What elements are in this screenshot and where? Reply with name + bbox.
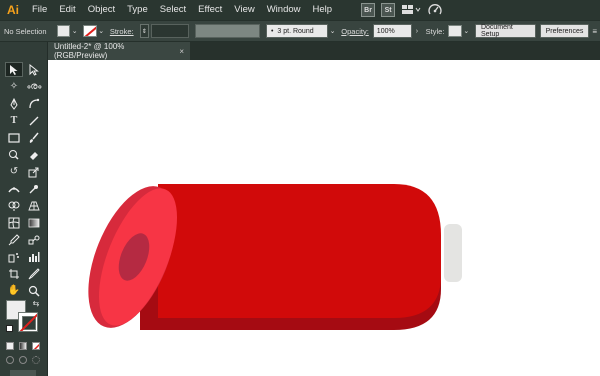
chevron-right-icon[interactable]: › (412, 28, 421, 35)
gpu-performance-icon[interactable] (427, 3, 443, 17)
artboard-tool-icon[interactable] (5, 266, 23, 281)
menu-edit[interactable]: Edit (53, 0, 81, 20)
preferences-button[interactable]: Preferences (539, 24, 590, 38)
bridge-button[interactable]: Br (361, 3, 376, 17)
stroke-swatch[interactable] (83, 25, 97, 37)
tools-grip[interactable] (0, 42, 47, 60)
gradient-mode-icon[interactable] (19, 342, 27, 350)
app-logo: Ai (7, 3, 19, 17)
stroke-weight-stepper[interactable]: ⇕ (139, 24, 150, 38)
type-tool-icon[interactable]: T (5, 113, 23, 128)
default-fill-stroke-icon[interactable] (6, 325, 13, 332)
selection-status: No Selection (4, 26, 47, 36)
chevron-down-icon[interactable]: ⌄ (70, 27, 79, 35)
menu-type[interactable]: Type (121, 0, 154, 20)
screen-mode-icon[interactable] (10, 370, 36, 376)
document-tab[interactable]: Untitled-2* @ 100% (RGB/Preview) × (48, 42, 190, 60)
perspective-grid-tool-icon[interactable] (25, 198, 43, 213)
rectangle-tool-icon[interactable] (5, 130, 23, 145)
none-mode-icon[interactable] (32, 342, 40, 350)
opacity-label[interactable]: Opacity: (337, 27, 373, 36)
brush-definition-field[interactable]: • 3 pt. Round (265, 24, 328, 38)
tools-panel: ✧ ൟ T ↺ ✋ ⇆ (0, 42, 48, 376)
paintbrush-tool-icon[interactable] (25, 130, 43, 145)
fill-swatch[interactable] (56, 25, 70, 37)
menu-object[interactable]: Object (82, 0, 121, 20)
blend-tool-icon[interactable] (25, 232, 43, 247)
shaper-tool-icon[interactable] (5, 147, 23, 162)
opacity-field[interactable]: 100% (372, 24, 413, 38)
pen-tool-icon[interactable] (5, 96, 23, 111)
document-tab-title: Untitled-2* @ 100% (RGB/Preview) (54, 42, 125, 60)
document-setup-button[interactable]: Document Setup (474, 24, 536, 38)
zoom-tool-icon[interactable] (25, 283, 43, 298)
draw-normal-icon[interactable] (6, 356, 14, 364)
stroke-weight-field[interactable] (151, 24, 189, 38)
draw-inside-icon[interactable] (32, 356, 40, 364)
artwork (88, 184, 462, 330)
menu-window[interactable]: Window (261, 0, 307, 20)
curvature-tool-icon[interactable] (25, 96, 43, 111)
hand-tool-icon[interactable]: ✋ (5, 283, 23, 298)
scale-tool-icon[interactable] (25, 164, 43, 179)
chevron-down-icon[interactable]: ⌄ (328, 27, 337, 35)
menu-view[interactable]: View (228, 0, 260, 20)
puppet-warp-tool-icon[interactable] (25, 181, 43, 196)
control-bar: No Selection ⌄ ⌄ Stroke: ⇕ • 3 pt. Round… (0, 20, 600, 42)
variable-width-profile-field[interactable] (194, 24, 260, 38)
stock-button[interactable]: St (381, 3, 396, 17)
symbol-sprayer-tool-icon[interactable] (5, 249, 23, 264)
menu-select[interactable]: Select (154, 0, 192, 20)
chevron-down-icon[interactable]: ⌄ (462, 27, 471, 35)
menu-effect[interactable]: Effect (192, 0, 228, 20)
line-segment-tool-icon[interactable] (25, 113, 43, 128)
mesh-tool-icon[interactable] (5, 215, 23, 230)
color-mode-icon[interactable] (6, 342, 14, 350)
eraser-tool-icon[interactable] (25, 147, 43, 162)
menu-help[interactable]: Help (307, 0, 339, 20)
stroke-label[interactable]: Stroke: (106, 27, 138, 36)
document-tab-bar: Untitled-2* @ 100% (RGB/Preview) × (48, 42, 600, 60)
lasso-tool-icon[interactable]: ൟ (25, 79, 43, 94)
rotate-tool-icon[interactable]: ↺ (5, 164, 23, 179)
stroke-color-box[interactable] (18, 312, 38, 332)
style-label: Style: (425, 26, 445, 36)
draw-behind-icon[interactable] (19, 356, 27, 364)
brush-dot-icon: • (270, 27, 274, 35)
artboard-canvas[interactable] (48, 60, 600, 376)
shape-builder-tool-icon[interactable] (5, 198, 23, 213)
column-graph-tool-icon[interactable] (25, 249, 43, 264)
width-tool-icon[interactable] (5, 181, 23, 196)
cylinder-body[interactable] (158, 184, 441, 318)
eyedropper-tool-icon[interactable] (5, 232, 23, 247)
chevron-down-icon[interactable]: ⌄ (97, 27, 106, 35)
close-icon[interactable]: × (179, 47, 184, 56)
cylinder-end-cap[interactable] (444, 224, 462, 282)
panel-menu-icon[interactable]: ≡ (592, 24, 597, 38)
slice-tool-icon[interactable] (25, 266, 43, 281)
graphic-style-swatch[interactable] (448, 25, 462, 37)
swap-fill-stroke-icon[interactable]: ⇆ (30, 298, 42, 308)
magic-wand-tool-icon[interactable]: ✧ (5, 79, 23, 94)
menu-bar: Ai File Edit Object Type Select Effect V… (0, 0, 600, 20)
direct-selection-tool-icon[interactable] (25, 62, 43, 77)
arrange-documents-icon[interactable] (401, 3, 421, 17)
selection-tool-icon[interactable] (5, 62, 23, 77)
gradient-tool-icon[interactable] (25, 215, 43, 230)
menu-file[interactable]: File (26, 0, 53, 20)
